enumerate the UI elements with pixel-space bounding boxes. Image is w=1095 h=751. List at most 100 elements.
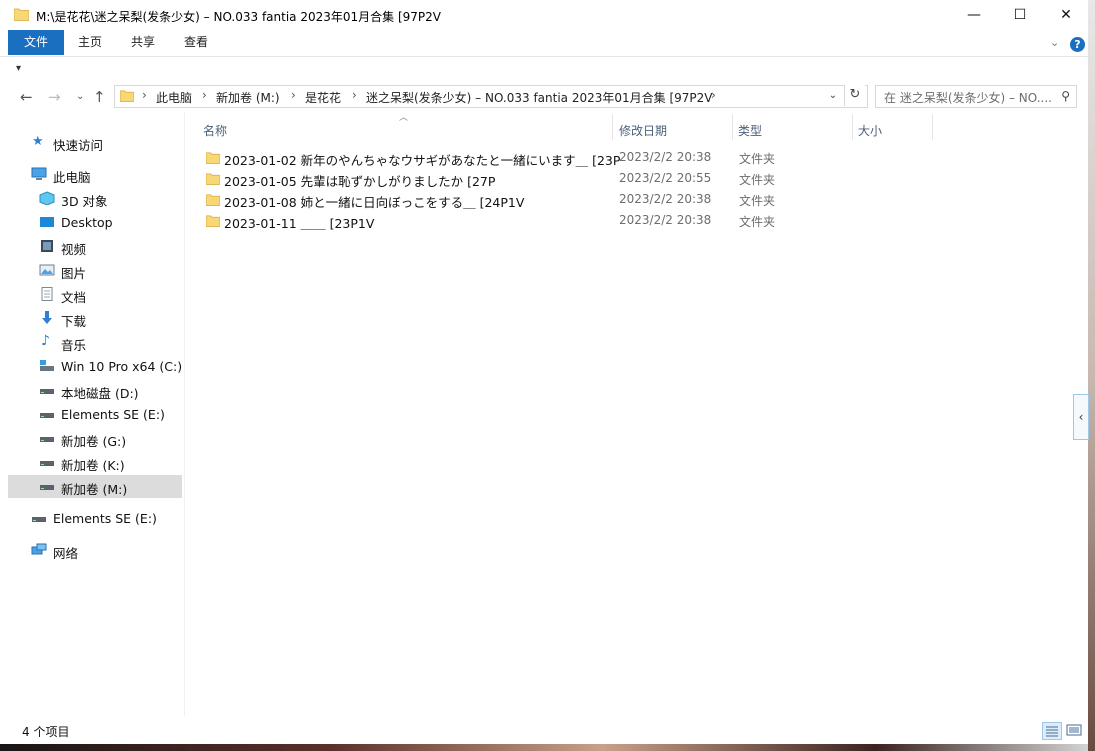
nav-item-music[interactable]: ♪ 音乐 [8, 331, 182, 354]
minimize-button[interactable]: — [951, 0, 997, 30]
navigation-pane: ★ 快速访问 此电脑 3D 对象 Desktop 视频 图片 文档 下载 ♪ 音… [8, 112, 184, 716]
computer-icon [31, 167, 47, 180]
nav-quick-access[interactable]: ★ 快速访问 [8, 131, 182, 154]
nav-item-documents[interactable]: 文档 [8, 283, 182, 306]
file-type: 文件夹 [739, 173, 776, 187]
up-icon[interactable]: ↑ [93, 88, 106, 106]
nav-item-pictures[interactable]: 图片 [8, 259, 182, 282]
list-item[interactable]: 2023-01-02 新年のやんちゃなウサギがあなたと一緒にいます＿ [23P … [202, 148, 802, 169]
nav-network[interactable]: 网络 [8, 539, 182, 562]
nav-item-drive-d[interactable]: 本地磁盘 (D:) [8, 379, 182, 402]
search-input[interactable]: 在 迷之呆梨(发条少女) – NO.... ⚲ [875, 85, 1077, 108]
ribbon-tabs: 文件 主页 共享 查看 ⌄ [0, 30, 1088, 57]
search-placeholder: 在 迷之呆梨(发条少女) – NO.... [884, 91, 1053, 105]
nav-item-drive-g[interactable]: 新加卷 (G:) [8, 427, 182, 450]
nav-item-downloads[interactable]: 下载 [8, 307, 182, 330]
nav-item-videos[interactable]: 视频 [8, 235, 182, 258]
documents-icon [41, 287, 53, 301]
pictures-icon [39, 264, 55, 276]
forward-icon[interactable]: → [48, 88, 61, 106]
breadcrumb-separator[interactable]: › [291, 88, 296, 102]
nav-label: 音乐 [61, 338, 87, 353]
breadcrumb-drive[interactable]: 新加卷 (M:) [216, 89, 280, 106]
desktop-wallpaper-edge [1088, 0, 1095, 751]
star-icon: ★ [32, 134, 44, 149]
address-dropdown-icon[interactable]: ⌄ [824, 86, 842, 107]
title-bar: M:\是花花\迷之呆梨(发条少女) – NO.033 fantia 2023年0… [0, 0, 1088, 30]
list-item[interactable]: 2023-01-08 姉と一緒に日向ぼっこをする＿ [24P1V 2023/2/… [202, 190, 802, 211]
drive-icon [40, 389, 54, 394]
nav-label: Desktop [61, 215, 113, 230]
nav-label: Win 10 Pro x64 (C:) [61, 359, 183, 374]
nav-this-pc[interactable]: 此电脑 [8, 163, 182, 186]
breadcrumb-separator[interactable]: › [711, 88, 716, 102]
breadcrumb-this-pc[interactable]: 此电脑 [156, 89, 192, 106]
folder-icon [206, 194, 220, 206]
help-icon[interactable]: ? [1070, 37, 1085, 52]
column-header-type[interactable]: 类型 [721, 118, 841, 142]
nav-label: 新加卷 (K:) [61, 458, 125, 473]
window-title: M:\是花花\迷之呆梨(发条少女) – NO.033 fantia 2023年0… [36, 10, 441, 24]
preview-pane-toggle-icon[interactable]: ‹ [1073, 394, 1089, 440]
large-icons-view-icon[interactable] [1065, 722, 1083, 738]
column-divider[interactable] [932, 114, 933, 140]
nav-item-desktop[interactable]: Desktop [8, 211, 182, 234]
column-header-name[interactable]: 名称 [186, 118, 612, 142]
details-view-icon[interactable] [1042, 722, 1062, 740]
tab-view[interactable]: 查看 [172, 30, 220, 55]
folder-icon [120, 90, 134, 102]
breadcrumb-separator[interactable]: › [202, 88, 207, 102]
music-icon: ♪ [41, 333, 50, 349]
refresh-icon[interactable]: ↻ [844, 85, 865, 106]
file-name: 2023-01-02 新年のやんちゃなウサギがあなたと一緒にいます＿ [23P [224, 153, 621, 168]
tab-share[interactable]: 共享 [118, 30, 168, 55]
drive-icon [40, 437, 54, 442]
breadcrumb-separator[interactable]: › [352, 88, 357, 102]
close-button[interactable]: ✕ [1043, 0, 1089, 30]
recent-locations-icon[interactable]: ⌄ [76, 91, 84, 102]
item-count: 4 个项目 [22, 725, 70, 739]
nav-item-drive-m[interactable]: 新加卷 (M:) [8, 475, 182, 498]
nav-label: 此电脑 [53, 170, 91, 185]
folder-icon [206, 215, 220, 227]
status-bar: 4 个项目 [0, 716, 1088, 744]
list-item[interactable]: 2023-01-11 ＿＿ [23P1V 2023/2/2 20:38 文件夹 [202, 211, 802, 232]
file-modified: 2023/2/2 20:38 [619, 213, 712, 227]
breadcrumb-folder[interactable]: 是花花 [305, 89, 341, 106]
column-header-modified[interactable]: 修改日期 [602, 118, 722, 142]
ribbon-expand-icon[interactable]: ⌄ [1050, 36, 1059, 49]
system-drive-icon [40, 360, 54, 371]
file-modified: 2023/2/2 20:38 [619, 192, 712, 206]
nav-external-drive[interactable]: Elements SE (E:) [8, 507, 182, 530]
back-icon[interactable]: ← [20, 88, 33, 106]
nav-label: 文档 [61, 290, 87, 305]
file-name: 2023-01-11 ＿＿ [23P1V [224, 216, 375, 231]
file-modified: 2023/2/2 20:38 [619, 150, 712, 164]
nav-label: 3D 对象 [61, 194, 108, 209]
list-item[interactable]: 2023-01-05 先輩は恥ずかしがりましたか [27P 2023/2/2 2… [202, 169, 802, 190]
drive-icon [40, 413, 54, 418]
nav-item-drive-k[interactable]: 新加卷 (K:) [8, 451, 182, 474]
nav-item-3d-objects[interactable]: 3D 对象 [8, 187, 182, 210]
file-modified: 2023/2/2 20:55 [619, 171, 712, 185]
desktop-wallpaper-strip [0, 744, 1095, 751]
3d-objects-icon [39, 191, 55, 205]
column-header-size[interactable]: 大小 [841, 118, 921, 142]
pane-splitter[interactable] [184, 112, 185, 716]
desktop-icon [40, 217, 54, 227]
nav-label: 本地磁盘 (D:) [61, 386, 139, 401]
nav-item-drive-e[interactable]: Elements SE (E:) [8, 403, 182, 426]
nav-label: 快速访问 [53, 138, 104, 153]
nav-item-drive-c[interactable]: Win 10 Pro x64 (C:) [8, 355, 182, 378]
folder-icon [206, 152, 220, 164]
breadcrumb-current[interactable]: 迷之呆梨(发条少女) – NO.033 fantia 2023年01月合集 [9… [366, 89, 713, 106]
maximize-button[interactable]: ☐ [997, 0, 1043, 30]
drive-icon [40, 485, 54, 490]
customize-toolbar-icon[interactable]: ▾ [16, 63, 21, 74]
nav-label: 新加卷 (M:) [61, 482, 128, 497]
tab-file[interactable]: 文件 [8, 30, 64, 55]
address-bar[interactable]: › 此电脑 › 新加卷 (M:) › 是花花 › 迷之呆梨(发条少女) – NO… [114, 85, 868, 108]
breadcrumb-separator[interactable]: › [142, 88, 147, 102]
nav-label: 下载 [61, 314, 87, 329]
tab-home[interactable]: 主页 [66, 30, 114, 55]
